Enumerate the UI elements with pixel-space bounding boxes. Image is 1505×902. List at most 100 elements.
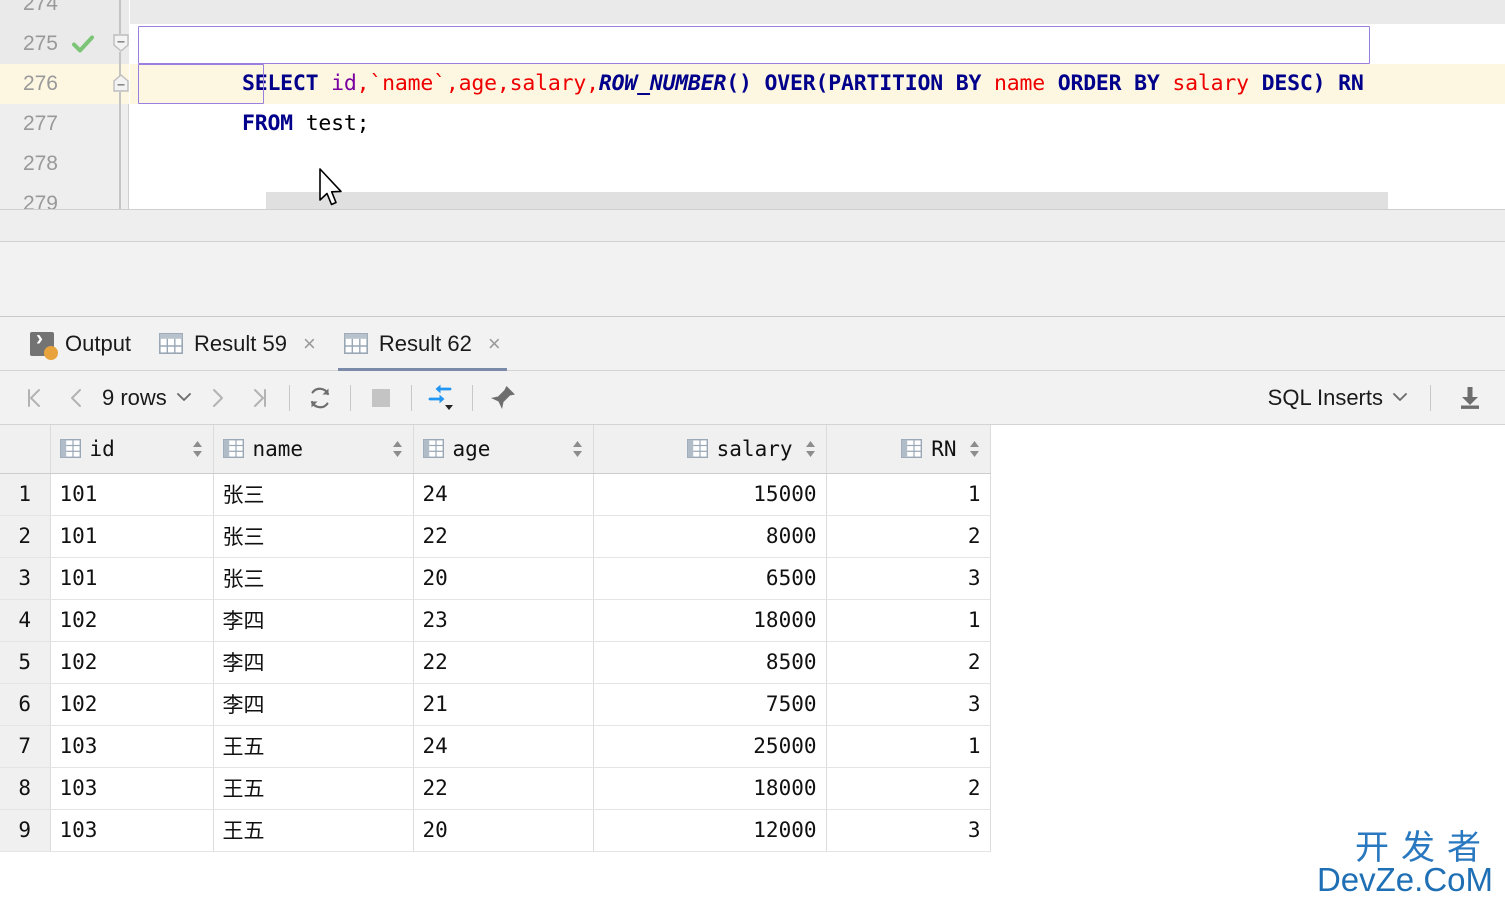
stop-button[interactable]	[360, 377, 402, 419]
cell-name[interactable]: 李四	[213, 641, 414, 684]
cell-salary[interactable]: 6500	[593, 557, 827, 600]
fold-end-icon[interactable]	[113, 74, 129, 92]
gutter-line-275[interactable]: 275	[0, 24, 129, 64]
row-number-cell[interactable]: 9	[0, 809, 51, 852]
cell-name[interactable]: 张三	[213, 515, 414, 558]
cell-id[interactable]: 103	[50, 725, 214, 768]
table-row[interactable]: 4 102 李四 23 18000 1	[0, 599, 991, 642]
cell-age[interactable]: 22	[413, 767, 594, 810]
cell-age[interactable]: 20	[413, 557, 594, 600]
transpose-button[interactable]	[421, 377, 463, 419]
cell-salary[interactable]: 15000	[593, 473, 827, 516]
panel-splitter-area[interactable]	[0, 242, 1505, 316]
pin-button[interactable]	[482, 377, 524, 419]
cell-name[interactable]: 李四	[213, 599, 414, 642]
row-number-cell[interactable]: 2	[0, 515, 51, 558]
cell-rn[interactable]: 1	[826, 725, 991, 768]
column-header-id[interactable]: id	[50, 425, 214, 474]
row-number-cell[interactable]: 3	[0, 557, 51, 600]
cell-rn[interactable]: 3	[826, 683, 991, 726]
editor-code-line-275[interactable]: SELECT id,`name`,age,salary,ROW_NUMBER()…	[140, 24, 1364, 96]
cell-salary[interactable]: 18000	[593, 599, 827, 642]
table-row[interactable]: 1 101 张三 24 15000 1	[0, 473, 991, 516]
gutter-line-278[interactable]: 278	[0, 144, 129, 184]
cell-name[interactable]: 王五	[213, 767, 414, 810]
cell-rn[interactable]: 3	[826, 809, 991, 852]
next-page-button[interactable]	[196, 377, 238, 419]
tab-result-62-close-icon[interactable]: ×	[488, 332, 501, 355]
results-grid[interactable]: id name age salary RN 1 101 张三 24 15000 …	[0, 425, 1505, 902]
row-number-cell[interactable]: 8	[0, 767, 51, 810]
row-number-cell[interactable]: 7	[0, 725, 51, 768]
table-row[interactable]: 8 103 王五 22 18000 2	[0, 767, 991, 810]
column-header-rn[interactable]: RN	[826, 425, 991, 474]
first-page-button[interactable]	[14, 377, 56, 419]
cell-age[interactable]: 22	[413, 641, 594, 684]
tab-result-59-close-icon[interactable]: ×	[303, 332, 316, 355]
cell-age[interactable]: 24	[413, 473, 594, 516]
table-row[interactable]: 5 102 李四 22 8500 2	[0, 641, 991, 684]
row-number-header[interactable]	[0, 425, 51, 474]
sql-inserts-dropdown[interactable]: SQL Inserts	[1268, 385, 1408, 411]
cell-age[interactable]: 23	[413, 599, 594, 642]
export-data-button[interactable]	[1449, 377, 1491, 419]
fold-collapse-icon[interactable]	[113, 34, 129, 52]
cell-salary[interactable]: 18000	[593, 767, 827, 810]
tab-output[interactable]: Output	[16, 317, 145, 371]
sql-editor[interactable]: SELECT id,`name`,age,salary,ROW_NUMBER()…	[0, 0, 1505, 218]
gutter-line-274[interactable]: 274	[0, 0, 129, 24]
cell-id[interactable]: 101	[50, 515, 214, 558]
cell-id[interactable]: 101	[50, 557, 214, 600]
cell-salary[interactable]: 7500	[593, 683, 827, 726]
cell-rn[interactable]: 2	[826, 515, 991, 558]
cell-salary[interactable]: 25000	[593, 725, 827, 768]
column-header-salary[interactable]: salary	[593, 425, 827, 474]
editor-hscrollbar-thumb[interactable]	[266, 192, 1388, 209]
reload-button[interactable]	[299, 377, 341, 419]
row-number-cell[interactable]: 1	[0, 473, 51, 516]
column-header-name[interactable]: name	[213, 425, 414, 474]
cell-age[interactable]: 24	[413, 725, 594, 768]
sort-arrows-icon[interactable]	[804, 439, 817, 459]
cell-age[interactable]: 22	[413, 515, 594, 558]
table-row[interactable]: 9 103 王五 20 12000 3	[0, 809, 991, 852]
row-number-cell[interactable]: 5	[0, 641, 51, 684]
row-number-cell[interactable]: 6	[0, 683, 51, 726]
gutter-line-276[interactable]: 276	[0, 64, 129, 104]
table-row[interactable]: 6 102 李四 21 7500 3	[0, 683, 991, 726]
editor-fold-column[interactable]	[113, 0, 129, 218]
row-count-dropdown[interactable]: 9 rows	[98, 385, 196, 411]
cell-name[interactable]: 李四	[213, 683, 414, 726]
sort-arrows-icon[interactable]	[191, 439, 204, 459]
tab-result-62[interactable]: Result 62 ×	[330, 317, 515, 371]
cell-name[interactable]: 王五	[213, 809, 414, 852]
column-header-age[interactable]: age	[413, 425, 594, 474]
gutter-line-277[interactable]: 277	[0, 104, 129, 144]
cell-id[interactable]: 102	[50, 599, 214, 642]
tab-result-59[interactable]: Result 59 ×	[145, 317, 330, 371]
sort-arrows-icon[interactable]	[571, 439, 584, 459]
previous-page-button[interactable]	[56, 377, 98, 419]
cell-name[interactable]: 王五	[213, 725, 414, 768]
sort-arrows-icon[interactable]	[391, 439, 404, 459]
cell-salary[interactable]: 12000	[593, 809, 827, 852]
cell-rn[interactable]: 2	[826, 641, 991, 684]
cell-rn[interactable]: 2	[826, 767, 991, 810]
cell-id[interactable]: 102	[50, 683, 214, 726]
cell-id[interactable]: 101	[50, 473, 214, 516]
cell-name[interactable]: 张三	[213, 473, 414, 516]
cell-salary[interactable]: 8500	[593, 641, 827, 684]
last-page-button[interactable]	[238, 377, 280, 419]
cell-age[interactable]: 21	[413, 683, 594, 726]
cell-id[interactable]: 102	[50, 641, 214, 684]
cell-age[interactable]: 20	[413, 809, 594, 852]
sort-arrows-icon[interactable]	[968, 439, 981, 459]
table-row[interactable]: 7 103 王五 24 25000 1	[0, 725, 991, 768]
cell-name[interactable]: 张三	[213, 557, 414, 600]
cell-rn[interactable]: 3	[826, 557, 991, 600]
editor-code-line-276[interactable]: FROM test;	[140, 64, 370, 136]
cell-salary[interactable]: 8000	[593, 515, 827, 558]
cell-id[interactable]: 103	[50, 767, 214, 810]
cell-rn[interactable]: 1	[826, 473, 991, 516]
row-number-cell[interactable]: 4	[0, 599, 51, 642]
